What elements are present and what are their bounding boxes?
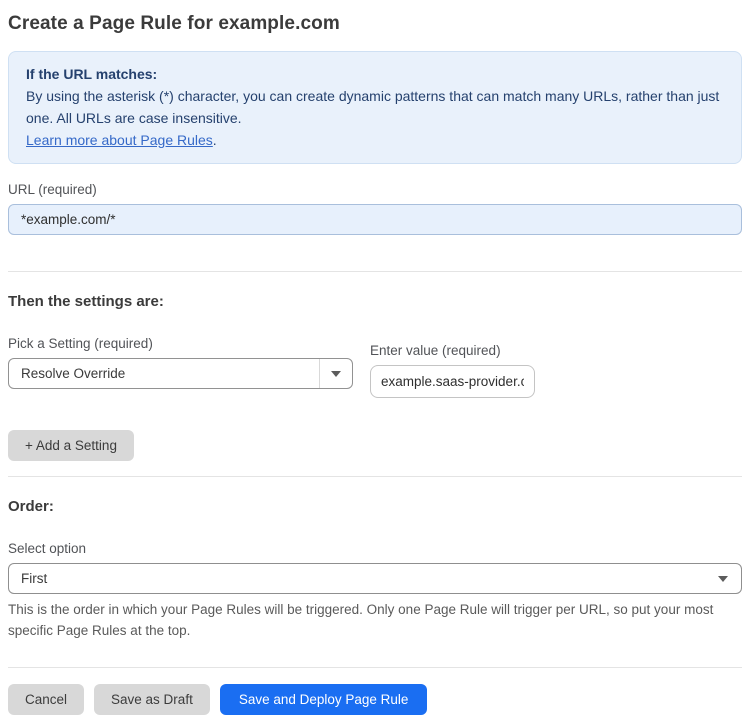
order-section-heading: Order: [8, 498, 54, 515]
url-input[interactable] [8, 204, 742, 235]
cancel-button[interactable]: Cancel [8, 684, 85, 715]
order-select-arrow-wrap [718, 575, 741, 582]
order-help-text: This is the order in which your Page Rul… [8, 602, 714, 638]
setting-value-column: Enter value (required) [370, 343, 535, 398]
divider [8, 271, 742, 272]
chevron-down-icon [718, 575, 728, 582]
learn-more-link[interactable]: Learn more about Page Rules [26, 132, 213, 148]
page-title: Create a Page Rule for example.com [8, 13, 340, 34]
order-select-value: First [21, 571, 48, 586]
info-box-body: By using the asterisk (*) character, you… [26, 85, 724, 151]
info-box-body-text: By using the asterisk (*) character, you… [26, 88, 720, 126]
setting-picker-arrow-section[interactable] [319, 359, 352, 388]
chevron-down-icon [331, 370, 341, 377]
page-rule-form: Create a Page Rule for example.com If th… [0, 0, 750, 715]
divider [8, 667, 742, 668]
url-match-info-box: If the URL matches: By using the asteris… [8, 51, 742, 164]
info-box-heading: If the URL matches: [26, 66, 158, 82]
link-suffix: . [212, 132, 217, 148]
order-select[interactable]: First [8, 563, 742, 594]
setting-picker-select[interactable]: Resolve Override [8, 358, 353, 389]
url-field-label: URL (required) [8, 182, 97, 197]
setting-value-label: Enter value (required) [370, 343, 501, 358]
divider [8, 476, 742, 477]
order-select-label: Select option [8, 541, 87, 556]
save-as-draft-button[interactable]: Save as Draft [94, 684, 210, 715]
footer-buttons: Cancel Save as Draft Save and Deploy Pag… [8, 684, 742, 715]
settings-section-heading: Then the settings are: [8, 293, 164, 310]
setting-picker-column: Pick a Setting (required) Resolve Overri… [8, 336, 353, 389]
setting-value-input[interactable] [370, 365, 535, 398]
add-setting-button[interactable]: + Add a Setting [8, 430, 134, 461]
settings-row: Pick a Setting (required) Resolve Overri… [8, 336, 742, 398]
save-and-deploy-button[interactable]: Save and Deploy Page Rule [219, 684, 428, 715]
setting-picker-value: Resolve Override [21, 366, 126, 381]
setting-picker-label: Pick a Setting (required) [8, 336, 153, 351]
